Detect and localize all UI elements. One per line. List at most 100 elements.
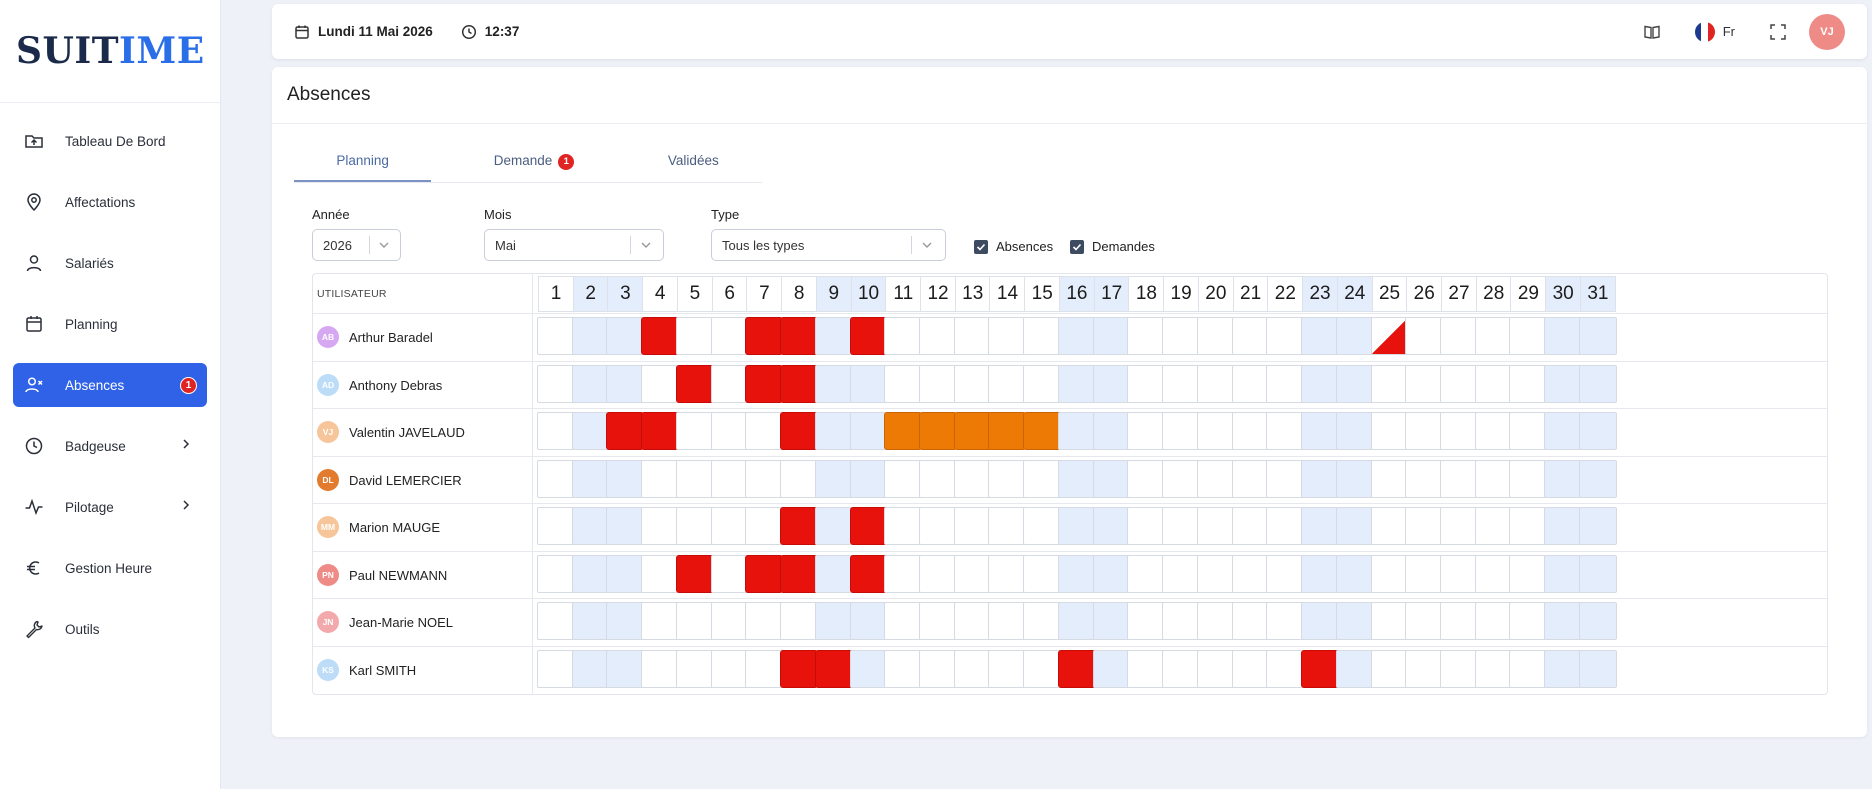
absence-cell[interactable] (780, 649, 819, 688)
day-cell[interactable] (1578, 649, 1617, 688)
day-cell[interactable] (1474, 507, 1513, 545)
day-cell[interactable] (537, 554, 575, 593)
day-cell[interactable] (710, 364, 749, 403)
day-cell[interactable] (1127, 507, 1166, 545)
day-cell[interactable] (1544, 317, 1583, 355)
day-cell[interactable] (1092, 459, 1131, 498)
day-cell[interactable] (988, 317, 1027, 355)
day-cell[interactable] (1196, 364, 1235, 403)
sidebar-item-badgeuse[interactable]: Badgeuse (13, 424, 207, 468)
day-cell[interactable] (710, 412, 749, 450)
day-cell[interactable] (1301, 412, 1340, 450)
day-cell[interactable] (1370, 364, 1409, 403)
day-cell[interactable] (745, 459, 784, 498)
day-cell[interactable] (988, 602, 1027, 640)
day-cell[interactable] (1092, 412, 1131, 450)
day-cell[interactable] (710, 554, 749, 593)
day-cell[interactable] (606, 649, 645, 688)
day-cell[interactable] (1196, 317, 1235, 355)
day-cell[interactable] (1405, 507, 1444, 545)
day-cell[interactable] (1266, 649, 1305, 688)
half-day-absence-cell[interactable] (1370, 317, 1409, 355)
absence-cell[interactable] (745, 317, 784, 355)
day-cell[interactable] (1162, 507, 1201, 545)
day-cell[interactable] (814, 459, 853, 498)
day-cell[interactable] (1405, 602, 1444, 640)
day-cell[interactable] (1301, 459, 1340, 498)
day-cell[interactable] (1162, 602, 1201, 640)
absence-cell[interactable] (780, 412, 819, 450)
day-cell[interactable] (1474, 317, 1513, 355)
absence-cell[interactable] (814, 649, 853, 688)
day-cell[interactable] (1544, 412, 1583, 450)
day-cell[interactable] (1023, 649, 1062, 688)
day-cell[interactable] (1439, 507, 1478, 545)
absence-cell[interactable] (745, 554, 784, 593)
day-cell[interactable] (849, 412, 888, 450)
day-cell[interactable] (1474, 459, 1513, 498)
day-cell[interactable] (1405, 412, 1444, 450)
day-cell[interactable] (884, 554, 923, 593)
day-cell[interactable] (1474, 649, 1513, 688)
sidebar-item-affectations[interactable]: Affectations (13, 180, 207, 224)
day-cell[interactable] (1405, 317, 1444, 355)
day-cell[interactable] (1544, 602, 1583, 640)
tab-planning[interactable]: Planning (294, 145, 432, 182)
day-cell[interactable] (884, 317, 923, 355)
day-cell[interactable] (606, 317, 645, 355)
sidebar-item-outils[interactable]: Outils (13, 607, 207, 651)
day-cell[interactable] (537, 364, 575, 403)
request-cell[interactable] (1023, 412, 1062, 450)
day-cell[interactable] (1335, 412, 1374, 450)
day-cell[interactable] (1023, 554, 1062, 593)
day-cell[interactable] (1231, 317, 1270, 355)
absence-cell[interactable] (675, 554, 714, 593)
day-cell[interactable] (675, 507, 714, 545)
day-cell[interactable] (1266, 602, 1305, 640)
day-cell[interactable] (1266, 507, 1305, 545)
day-cell[interactable] (1196, 649, 1235, 688)
day-cell[interactable] (537, 507, 575, 545)
day-cell[interactable] (953, 602, 992, 640)
day-cell[interactable] (953, 554, 992, 593)
day-cell[interactable] (571, 364, 610, 403)
absence-cell[interactable] (745, 364, 784, 403)
day-cell[interactable] (1578, 459, 1617, 498)
day-cell[interactable] (1335, 649, 1374, 688)
day-cell[interactable] (1335, 554, 1374, 593)
day-cell[interactable] (1578, 554, 1617, 593)
day-cell[interactable] (1023, 364, 1062, 403)
day-cell[interactable] (1231, 554, 1270, 593)
day-cell[interactable] (1509, 364, 1548, 403)
day-cell[interactable] (606, 364, 645, 403)
day-cell[interactable] (1127, 317, 1166, 355)
day-cell[interactable] (1301, 507, 1340, 545)
day-cell[interactable] (814, 364, 853, 403)
day-cell[interactable] (1335, 317, 1374, 355)
type-select[interactable]: Tous les types (711, 229, 946, 261)
day-cell[interactable] (1405, 459, 1444, 498)
day-cell[interactable] (1092, 364, 1131, 403)
book-icon[interactable] (1643, 23, 1661, 41)
day-cell[interactable] (571, 602, 610, 640)
day-cell[interactable] (571, 459, 610, 498)
day-cell[interactable] (1127, 459, 1166, 498)
day-cell[interactable] (537, 602, 575, 640)
day-cell[interactable] (710, 649, 749, 688)
day-cell[interactable] (1231, 412, 1270, 450)
absence-cell[interactable] (641, 412, 680, 450)
absence-cell[interactable] (780, 364, 819, 403)
day-cell[interactable] (1439, 364, 1478, 403)
logo[interactable]: SUITIME (0, 0, 220, 103)
day-cell[interactable] (1092, 602, 1131, 640)
day-cell[interactable] (745, 602, 784, 640)
day-cell[interactable] (1196, 554, 1235, 593)
day-cell[interactable] (1162, 364, 1201, 403)
day-cell[interactable] (710, 602, 749, 640)
day-cell[interactable] (1231, 459, 1270, 498)
day-cell[interactable] (1057, 602, 1096, 640)
day-cell[interactable] (1474, 554, 1513, 593)
day-cell[interactable] (1370, 602, 1409, 640)
day-cell[interactable] (1370, 507, 1409, 545)
day-cell[interactable] (641, 459, 680, 498)
